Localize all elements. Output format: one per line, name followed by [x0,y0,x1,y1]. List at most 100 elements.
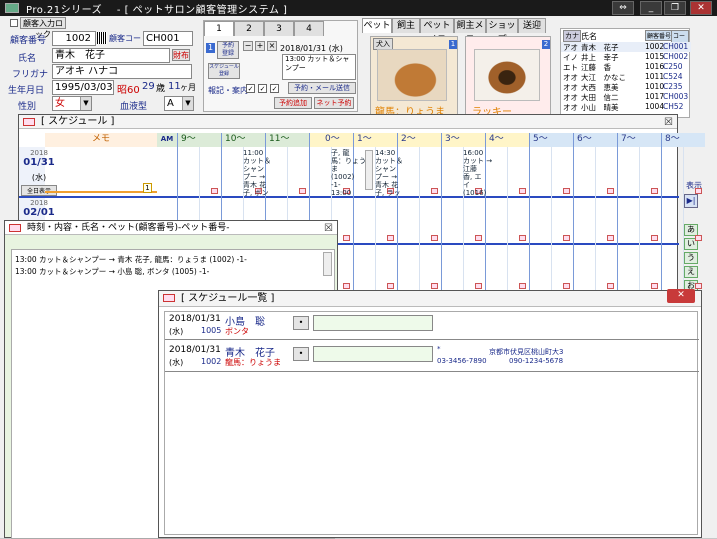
add-marker-icon[interactable] [695,188,702,194]
add-marker-icon[interactable] [475,235,482,241]
kana-button-3[interactable]: え [684,266,698,278]
add-marker-icon[interactable] [431,235,438,241]
add-marker-icon[interactable] [695,283,702,289]
add-reservation-button[interactable]: 予約追加 [274,97,312,109]
row-no: 1016 [645,62,665,71]
tab-owner-memo[interactable]: 飼主メモ [454,18,486,45]
table-row[interactable]: 2018/01/31 (水) 青木 花子 1002 龍馬：りょうま • * 京都… [165,342,699,372]
pet-card-1[interactable]: 犬入 1 龍馬：りょうま [370,36,458,118]
row-expand-button[interactable]: • [293,316,309,330]
row-expand-button[interactable]: • [293,347,309,361]
check-1[interactable]: ✓ [246,84,255,93]
resize-icon[interactable]: ⇔ [612,1,634,15]
add-marker-icon[interactable] [431,283,438,289]
add-marker-icon[interactable] [519,188,526,194]
timeline-line-2[interactable]: 13:00 カット＆シャンプー → 小島 聡, ボンタ (1005) -1- [12,265,334,277]
plus-button[interactable]: + [255,41,265,51]
tab-pickup[interactable]: 送迎 [518,18,546,33]
schedule-event[interactable]: 16:00 カット → 江藤 香, エ イ (1016) [463,149,503,197]
tab-2[interactable]: 2 [234,21,264,36]
add-marker-icon[interactable] [387,235,394,241]
tab-owner[interactable]: 飼主 [392,18,420,33]
maximize-button[interactable]: ❐ [664,1,686,15]
list-item[interactable]: オオ 大田 信二 1017 CH003 [561,92,691,102]
list-item[interactable]: オオ 小山 晴美 1004 CH52 [561,102,691,112]
sex-dropdown-icon[interactable]: ▼ [80,97,91,110]
check-2[interactable]: ✓ [258,84,267,93]
add-marker-icon[interactable] [563,235,570,241]
customer-no-field[interactable]: 1002 [52,31,96,46]
add-marker-icon[interactable] [519,235,526,241]
kana-field[interactable]: アオキ ハナコ [52,64,192,79]
list-item[interactable]: エト 江藤 香 1016 C250 [561,62,691,72]
wallet-badge[interactable]: 財布 [172,49,190,61]
tab-shop[interactable]: ショップ [486,18,518,45]
reserve-mail-button[interactable]: 予約・メール送信 [288,82,356,94]
schedule-close-icon[interactable]: ☒ [664,116,673,129]
kana-button-2[interactable]: う [684,252,698,264]
birth-field[interactable]: 1995/03/03 [52,80,114,95]
pet-number-2: 2 [542,40,550,49]
add-marker-icon[interactable] [343,283,350,289]
add-marker-icon[interactable] [651,188,658,194]
row-memo-field[interactable] [313,346,433,362]
add-marker-icon[interactable] [387,283,394,289]
blood-dropdown-icon[interactable]: ▼ [182,97,193,110]
customer-code-field[interactable]: CH001 [143,31,193,46]
day-2[interactable]: 2018 02/01 [19,199,59,218]
schedule-event[interactable]: 14:30 カット＆ シャン プー → 青木 花 子, ラッ [375,149,415,197]
timeline-close-icon[interactable]: ☒ [324,222,333,235]
schedule-list-close-button[interactable]: ✕ [667,289,695,303]
event-scrollbar[interactable] [365,150,373,190]
add-marker-icon[interactable] [651,235,658,241]
add-marker-icon[interactable] [563,188,570,194]
tab-pet-memo[interactable]: ペットメモ [420,18,454,45]
add-marker-icon[interactable] [299,188,306,194]
name-field[interactable]: 青木 花子 [52,48,170,63]
minimize-button[interactable]: _ [640,1,662,15]
list-header-no[interactable]: 顧客番号 [645,30,674,41]
window-icon [23,118,35,126]
close-button[interactable]: ✕ [690,1,712,15]
table-row[interactable]: 2018/01/31 (水) 小島 聡 1005 ボンタ • [165,312,699,340]
pet-panel: ペット 飼主 ペットメモ 飼主メモ ショップ 送迎 犬入 1 龍馬：りょうま 2… [362,18,556,118]
timeline-scrollbar[interactable] [323,252,332,276]
lock-label[interactable]: 顧客入力ロック [20,17,66,39]
tab-1[interactable]: 1 [204,21,234,36]
reserve-date: 2018/01/31 (水) [280,44,343,53]
day-1[interactable]: 2018 01/31 (水) 全日表示 [19,149,59,196]
row-no: 1002 [201,357,222,366]
schedule-register-button[interactable]: スケジュール 登録 [208,63,240,79]
tab-pet[interactable]: ペット [362,18,392,33]
reserve-detail[interactable]: 13:00 カット＆シャンプー [282,54,356,80]
barcode-icon[interactable] [97,32,107,44]
add-marker-icon[interactable] [607,283,614,289]
minus-button[interactable]: − [243,41,253,51]
add-marker-icon[interactable] [519,283,526,289]
list-item[interactable]: アオ 青木 花子 1002 CH001 [561,42,691,52]
clear-button[interactable]: × [267,41,277,51]
list-item[interactable]: イノ 井上 幸子 1015 CH002 [561,52,691,62]
list-item[interactable]: オオ 大西 恵美 1010 C235 [561,82,691,92]
pet-card-2[interactable]: 2 ラッキー [465,36,551,118]
add-marker-icon[interactable] [651,283,658,289]
tab-3[interactable]: 3 [264,21,294,36]
next-icon[interactable]: ▶| [684,194,698,208]
add-marker-icon[interactable] [607,235,614,241]
add-marker-icon[interactable] [475,283,482,289]
tab-4[interactable]: 4 [294,21,324,36]
timeline-line-1[interactable]: 13:00 カット＆シャンプー → 青木 花子, 龍馬：りょうま (1002) … [12,250,334,265]
check-3[interactable]: ✓ [270,84,279,93]
add-marker-icon[interactable] [563,283,570,289]
row-memo-field[interactable] [313,315,433,331]
add-marker-icon[interactable] [607,188,614,194]
reserve-button[interactable]: 予約 登録 [217,41,239,59]
add-marker-icon[interactable] [695,235,702,241]
net-reservation-button[interactable]: ネット予約 [314,97,354,109]
list-item[interactable]: オオ 大江 かなこ 1011 C524 [561,72,691,82]
add-marker-icon[interactable] [343,235,350,241]
lock-checkbox[interactable] [10,19,18,27]
add-marker-icon[interactable] [211,188,218,194]
add-marker-icon[interactable] [431,188,438,194]
schedule-event[interactable]: 11:00 カット＆ シャン プー → 青木 花 子, ボン [243,149,283,197]
